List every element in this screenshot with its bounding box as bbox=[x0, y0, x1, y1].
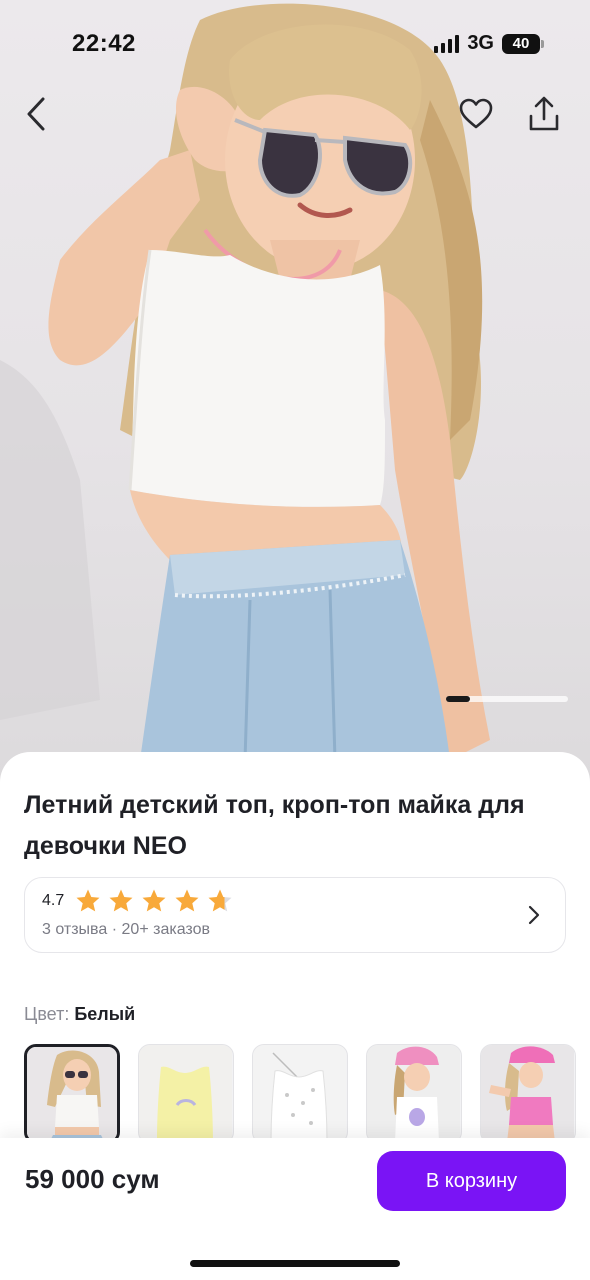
back-button[interactable] bbox=[14, 92, 58, 136]
star-icon bbox=[109, 889, 133, 912]
swatch-white-print-thumbnail bbox=[253, 1045, 346, 1142]
color-label: Цвет: Белый bbox=[24, 1004, 135, 1025]
signal-icon bbox=[434, 34, 460, 53]
color-swatch-white[interactable] bbox=[24, 1044, 120, 1144]
rating-value: 4.7 bbox=[42, 892, 65, 909]
product-price: 59 000 сум bbox=[25, 1164, 160, 1194]
color-swatches bbox=[24, 1044, 576, 1144]
color-label-prefix: Цвет: bbox=[24, 1004, 70, 1024]
swatch-yellow-thumbnail bbox=[139, 1045, 232, 1142]
orders-count: 20+ заказов bbox=[121, 921, 210, 938]
battery-icon: 40 bbox=[502, 33, 544, 54]
star-icon bbox=[142, 889, 166, 912]
favorite-button[interactable] bbox=[454, 92, 498, 136]
share-button[interactable] bbox=[522, 92, 566, 136]
chevron-right-icon bbox=[528, 905, 540, 925]
chevron-left-icon bbox=[27, 97, 45, 131]
heart-icon bbox=[459, 98, 493, 129]
add-to-cart-button[interactable]: В корзину bbox=[377, 1151, 566, 1211]
swatch-unicorn-thumbnail bbox=[367, 1045, 460, 1142]
swatch-pink-thumbnail bbox=[481, 1045, 574, 1142]
product-photo[interactable] bbox=[0, 0, 590, 790]
selected-color: Белый bbox=[74, 1004, 136, 1024]
rating-meta: 3 отзыва · 20+ заказов bbox=[42, 921, 210, 939]
rating-card[interactable]: 4.7 3 отзыва · 20+ заказов bbox=[24, 877, 566, 953]
rating-stars bbox=[75, 888, 233, 914]
network-type: 3G bbox=[467, 32, 494, 54]
swatch-white-thumbnail bbox=[27, 1047, 117, 1141]
color-swatch-unicorn[interactable] bbox=[366, 1044, 462, 1144]
share-icon bbox=[529, 96, 559, 131]
star-icon bbox=[208, 889, 232, 912]
status-indicators: 3G 40 bbox=[434, 32, 544, 55]
product-photo-illustration bbox=[0, 3, 490, 761]
color-swatch-yellow[interactable] bbox=[138, 1044, 234, 1144]
status-time: 22:42 bbox=[72, 30, 136, 57]
battery-level: 40 bbox=[512, 35, 530, 52]
meta-separator: · bbox=[111, 921, 118, 938]
star-icon bbox=[175, 889, 199, 912]
color-swatch-white-print[interactable] bbox=[252, 1044, 348, 1144]
color-swatch-pink[interactable] bbox=[480, 1044, 576, 1144]
star-icon bbox=[76, 889, 100, 912]
product-title: Летний детский топ, кроп-топ майка для д… bbox=[24, 791, 525, 860]
carousel-active-segment bbox=[446, 696, 470, 702]
carousel-indicator bbox=[446, 696, 568, 702]
home-indicator[interactable] bbox=[190, 1260, 400, 1267]
reviews-count: 3 отзыва bbox=[42, 921, 108, 938]
